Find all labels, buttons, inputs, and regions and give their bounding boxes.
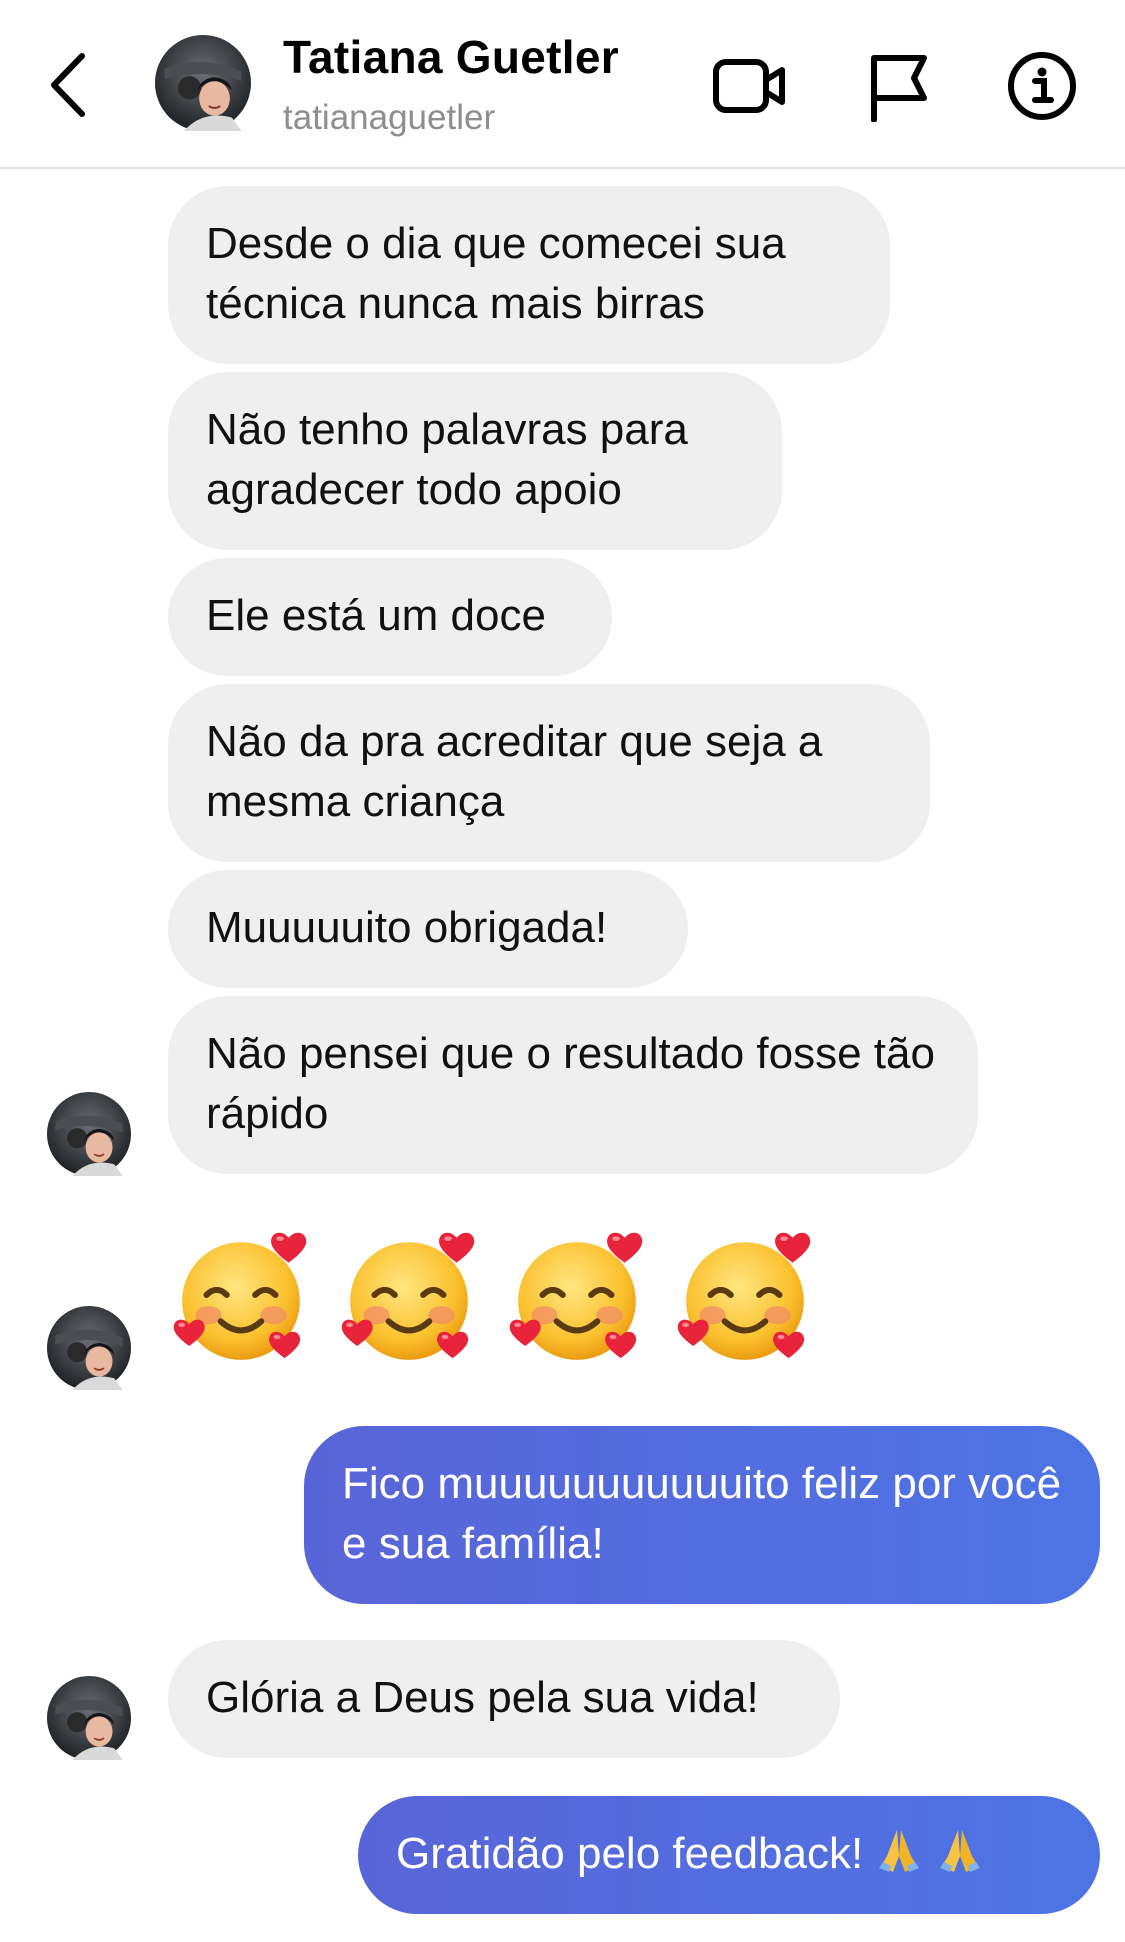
flag-icon[interactable] [860, 50, 940, 122]
folded-hands-emoji [875, 1826, 923, 1874]
message-bubble-incoming[interactable]: Não tenho palavras para agradecer todo a… [168, 372, 782, 550]
message-text: Ele está um doce [206, 591, 546, 640]
avatar[interactable] [47, 1676, 131, 1760]
smiling-face-with-hearts-emoji [676, 1228, 818, 1370]
message-bubble-incoming[interactable]: Ele está um doce [168, 558, 612, 676]
smiling-face-with-hearts-emoji [172, 1228, 314, 1370]
smiling-face-with-hearts-emoji [508, 1228, 650, 1370]
message-bubble-outgoing[interactable]: Gratidão pelo feedback! [358, 1796, 1100, 1914]
avatar[interactable] [47, 1092, 131, 1176]
chat-header: Tatiana Guetler tatianaguetler [0, 0, 1125, 169]
message-text: Gratidão pelo feedback! [396, 1829, 864, 1878]
contact-name[interactable]: Tatiana Guetler [283, 30, 619, 84]
avatar[interactable] [155, 35, 251, 131]
message-text: Muuuuuito obrigada! [206, 903, 608, 952]
message-text: Fico muuuuuuuuuuuito feliz por você e su… [342, 1459, 1062, 1568]
message-bubble-incoming[interactable]: Não da pra acreditar que seja a mesma cr… [168, 684, 930, 862]
emoji-message[interactable] [172, 1228, 818, 1370]
back-chevron-icon[interactable] [40, 50, 100, 120]
message-bubble-outgoing[interactable]: Fico muuuuuuuuuuuito feliz por você e su… [304, 1426, 1100, 1604]
message-text: Glória a Deus pela sua vida! [206, 1673, 759, 1722]
message-bubble-incoming[interactable]: Glória a Deus pela sua vida! [168, 1640, 840, 1758]
folded-hands-emoji [936, 1826, 984, 1874]
smiling-face-with-hearts-emoji [340, 1228, 482, 1370]
avatar[interactable] [47, 1306, 131, 1390]
message-text: Não tenho palavras para agradecer todo a… [206, 405, 688, 514]
video-call-icon[interactable] [710, 50, 790, 122]
message-text: Não pensei que o resultado fosse tão ráp… [206, 1029, 935, 1138]
contact-username: tatianaguetler [283, 98, 496, 137]
info-icon[interactable] [1000, 50, 1080, 122]
message-text: Desde o dia que comecei sua técnica nunc… [206, 219, 786, 328]
message-bubble-incoming[interactable]: Desde o dia que comecei sua técnica nunc… [168, 186, 890, 364]
message-bubble-incoming[interactable]: Não pensei que o resultado fosse tão ráp… [168, 996, 978, 1174]
message-text: Não da pra acreditar que seja a mesma cr… [206, 717, 823, 826]
message-bubble-incoming[interactable]: Muuuuuito obrigada! [168, 870, 688, 988]
